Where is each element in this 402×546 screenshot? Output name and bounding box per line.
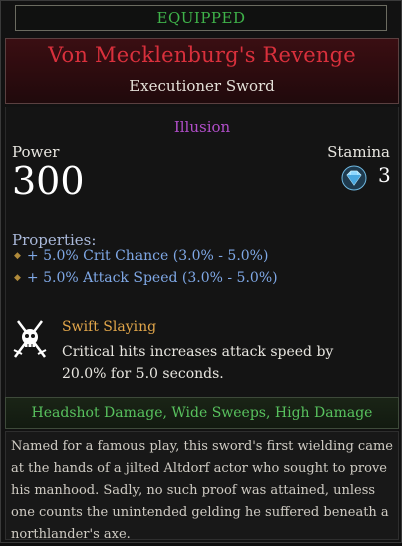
stamina-value: 3 [378, 163, 391, 187]
item-tooltip: EQUIPPED Von Mecklenburg's Revenge Execu… [0, 0, 402, 543]
item-type: Executioner Sword [129, 77, 275, 95]
power-value: 300 [12, 159, 85, 203]
property-text: + 5.0% Attack Speed (3.0% - 5.0%) [26, 270, 278, 286]
rarity-label: Illusion [173, 118, 231, 136]
equipped-label: EQUIPPED [156, 9, 246, 27]
traits-bar: Headshot Damage, Wide Sweeps, High Damag… [5, 397, 399, 429]
item-details: Illusion Power 300 Stamina 3 Properties:… [5, 107, 399, 397]
traits-text: Headshot Damage, Wide Sweeps, High Damag… [31, 405, 373, 421]
property-item: ◆ + 5.0% Attack Speed (3.0% - 5.0%) [14, 270, 278, 286]
diamond-bullet-icon: ◆ [14, 273, 21, 283]
shield-gem-icon [341, 165, 367, 191]
property-text: + 5.0% Crit Chance (3.0% - 5.0%) [26, 248, 269, 264]
property-item: ◆ + 5.0% Crit Chance (3.0% - 5.0%) [14, 248, 268, 264]
lore-text: Named for a famous play, this sword's fi… [5, 431, 399, 542]
stamina-label: Stamina [327, 143, 390, 161]
talent-description: Critical hits increases attack speed by … [62, 344, 334, 382]
skull-swords-icon [12, 317, 48, 359]
diamond-bullet-icon: ◆ [14, 251, 21, 261]
properties-label: Properties: [12, 231, 97, 249]
equipped-banner: EQUIPPED [15, 5, 387, 31]
talent-name: Swift Slaying [62, 319, 157, 335]
item-header: Von Mecklenburg's Revenge Executioner Sw… [5, 38, 399, 104]
item-name: Von Mecklenburg's Revenge [48, 43, 356, 67]
